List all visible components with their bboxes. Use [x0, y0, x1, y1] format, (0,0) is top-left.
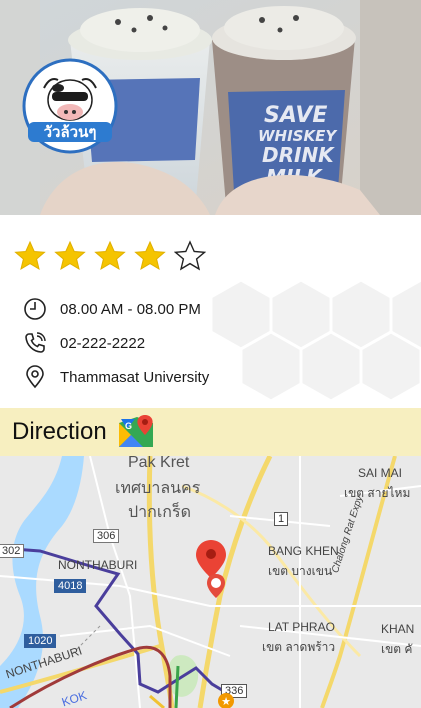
map-label: NONTHABURI [58, 558, 138, 572]
star-rating [14, 240, 206, 272]
star-empty-icon[interactable] [174, 240, 206, 272]
map-label: SAI MAI [358, 466, 403, 480]
star-filled-icon[interactable] [54, 240, 86, 272]
location-pin-icon [22, 364, 48, 390]
direction-bar[interactable]: Direction G [0, 408, 421, 456]
map-label: LAT PHRAO [268, 620, 335, 634]
route-shield: 306 [93, 529, 120, 543]
map-label: เขต คั [381, 642, 413, 656]
star-filled-icon[interactable] [14, 240, 46, 272]
route-shield: 4018 [54, 579, 87, 593]
hours-row: 08.00 AM - 08.00 PM [22, 296, 201, 322]
map-label: เทศบาลนคร [115, 480, 201, 497]
phone-icon [22, 330, 48, 356]
route-shield: 1020 [24, 634, 57, 648]
map-view[interactable]: Pak Kret เทศบาลนคร ปากเกร็ด SAI MAI เขต … [0, 456, 421, 708]
map-label: เขต บางเขน [268, 564, 333, 578]
phone-text[interactable]: 02-222-2222 [60, 335, 145, 352]
phone-row[interactable]: 02-222-2222 [22, 330, 145, 356]
star-filled-icon[interactable] [94, 240, 126, 272]
hours-text: 08.00 AM - 08.00 PM [60, 300, 201, 318]
hexagon-pattern [209, 280, 421, 403]
route-shield: 1 [274, 512, 289, 526]
location-row: Thammasat University [22, 364, 209, 390]
map-label: ปากเกร็ด [128, 504, 191, 521]
star-place-icon[interactable]: ★ [217, 692, 235, 708]
brand-logo: วัวล้วนๆ [22, 58, 118, 154]
map-label: BANG KHEN [268, 544, 339, 558]
star-filled-icon[interactable] [134, 240, 166, 272]
cup-text-line: DRINK [262, 143, 335, 167]
logo-text: วัวล้วนๆ [44, 123, 97, 141]
clock-icon [22, 296, 48, 322]
hero-photo: SAVE WHISKEY DRINK MILK วัวล้วนๆ [0, 0, 421, 215]
map-label: เขต ลาดพร้าว [262, 640, 336, 654]
route-shield: 302 [0, 544, 25, 558]
map-label: Pak Kret [128, 456, 190, 471]
cup-text-line: SAVE [264, 103, 327, 128]
svg-text:★: ★ [221, 695, 231, 708]
info-panel: 08.00 AM - 08.00 PM 02-222-2222 Thammasa… [0, 280, 421, 408]
google-maps-icon[interactable]: G [117, 413, 155, 451]
location-text: Thammasat University [60, 368, 210, 386]
map-pin-icon[interactable] [194, 538, 228, 604]
map-label: KHAN [381, 622, 415, 636]
direction-label: Direction [12, 418, 107, 445]
svg-text:G: G [125, 421, 132, 431]
